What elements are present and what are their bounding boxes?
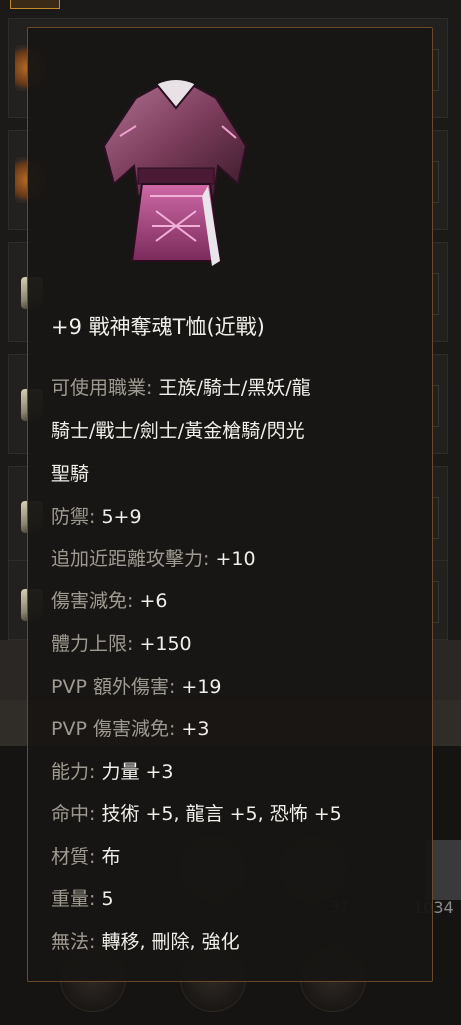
attr-value: 轉移, 刪除, 強化 bbox=[95, 931, 240, 953]
attr-value: 技術 +5, 龍言 +5, 恐怖 +5 bbox=[95, 803, 342, 825]
attr-value: +10 bbox=[209, 548, 256, 570]
attr-hit: 命中: 技術 +5, 龍言 +5, 恐怖 +5 bbox=[51, 799, 342, 826]
attr-label: 命中: bbox=[51, 803, 96, 825]
attr-max-hp: 體力上限: +150 bbox=[51, 629, 192, 656]
attr-label: 傷害減免: bbox=[51, 590, 134, 612]
attr-value: 5 bbox=[95, 888, 114, 910]
attr-label: 體力上限: bbox=[51, 633, 134, 655]
attr-value: 騎士/戰士/劍士/黃金槍騎/閃光 bbox=[51, 420, 305, 442]
attr-value: +19 bbox=[175, 676, 222, 698]
item-tooltip: +9 戰神奪魂T恤(近戰) 可使用職業: 王族/騎士/黑妖/龍 騎士/戰士/劍士… bbox=[27, 27, 433, 982]
attr-value: +150 bbox=[133, 633, 192, 655]
attr-label: 材質: bbox=[51, 846, 96, 868]
attr-label: PVP 額外傷害: bbox=[51, 676, 176, 698]
item-name: +9 戰神奪魂T恤(近戰) bbox=[51, 315, 265, 339]
top-tab[interactable] bbox=[10, 0, 60, 9]
attr-label: 重量: bbox=[51, 888, 96, 910]
attr-defense: 防禦: 5+9 bbox=[51, 502, 142, 529]
attr-weight: 重量: 5 bbox=[51, 884, 114, 911]
attr-value: 王族/騎士/黑妖/龍 bbox=[152, 377, 311, 399]
attr-label: PVP 傷害減免: bbox=[51, 718, 176, 740]
attr-pvp-reduction: PVP 傷害減免: +3 bbox=[51, 714, 209, 741]
attr-value: +3 bbox=[175, 718, 210, 740]
attr-material: 材質: 布 bbox=[51, 842, 120, 869]
attr-value: 力量 +3 bbox=[95, 761, 174, 783]
attr-classes-cont: 聖騎 bbox=[51, 459, 89, 486]
attr-restrictions: 無法: 轉移, 刪除, 強化 bbox=[51, 927, 240, 954]
attr-value: 5+9 bbox=[95, 506, 142, 528]
attr-label: 能力: bbox=[51, 761, 96, 783]
attr-classes: 可使用職業: 王族/騎士/黑妖/龍 bbox=[51, 373, 311, 400]
attr-pvp-damage: PVP 額外傷害: +19 bbox=[51, 672, 222, 699]
attr-melee-attack: 追加近距離攻擊力: +10 bbox=[51, 544, 256, 571]
attr-label: 可使用職業: bbox=[51, 377, 153, 399]
attr-value: 布 bbox=[95, 846, 121, 868]
attr-label: 追加近距離攻擊力: bbox=[51, 548, 210, 570]
attr-label: 無法: bbox=[51, 931, 96, 953]
attr-value: +6 bbox=[133, 590, 168, 612]
attr-ability: 能力: 力量 +3 bbox=[51, 757, 174, 784]
pink-robe-armor-icon bbox=[102, 80, 248, 266]
attr-value: 聖騎 bbox=[51, 463, 90, 485]
attr-damage-reduction: 傷害減免: +6 bbox=[51, 586, 167, 613]
attr-label: 防禦: bbox=[51, 506, 96, 528]
attr-classes-cont: 騎士/戰士/劍士/黃金槍騎/閃光 bbox=[51, 416, 305, 443]
